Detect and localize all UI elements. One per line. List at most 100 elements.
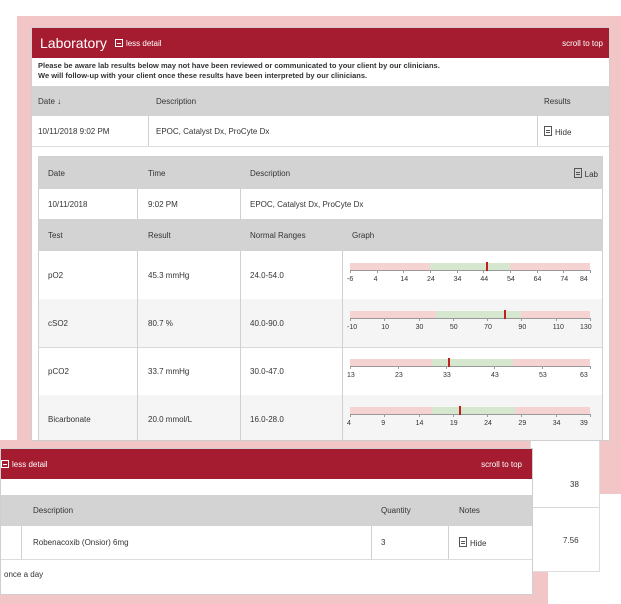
graph-tick xyxy=(536,270,538,273)
graph-tick xyxy=(590,270,591,273)
behind-value-2: 7.56 xyxy=(563,536,579,545)
test-result: 33.7 mmHg xyxy=(148,366,190,376)
graph-tick xyxy=(555,318,557,321)
value-marker xyxy=(448,358,451,367)
graph-tick xyxy=(483,270,485,273)
test-name: pO2 xyxy=(48,270,64,280)
test-result: 20.0 mmol/L xyxy=(148,414,193,424)
entry-date: 10/11/2018 9:02 PM xyxy=(38,126,110,136)
test-row: cSO2 80.7 % 40.0-90.0 -10 10 30 50 70 90 110 130 xyxy=(39,299,602,348)
tick-label: 70 xyxy=(484,324,492,331)
behind-value-1: 38 xyxy=(570,480,579,489)
medications-panel: less detail scroll to top Description Qu… xyxy=(0,448,533,595)
meds-item-row[interactable]: Robenacoxib (Onsior) 6mg 3 Hide xyxy=(1,526,532,560)
detail-column-header: Date Time Description Lab xyxy=(39,157,602,189)
range-graph: -10 10 30 50 70 90 110 130 xyxy=(347,309,592,339)
less-detail-label: less detail xyxy=(125,38,162,48)
tick-label: 13 xyxy=(347,372,355,379)
col-test: Test xyxy=(48,230,63,240)
behind-panel: 38 7.56 xyxy=(530,440,600,572)
abnormal-band-low xyxy=(350,407,433,414)
tick-label: 50 xyxy=(449,324,458,331)
tick-label: 43 xyxy=(491,372,499,379)
graph-tick xyxy=(521,318,523,321)
less-detail-toggle[interactable]: less detail xyxy=(114,38,162,48)
col-date-sort[interactable]: Date ↓ xyxy=(38,97,61,106)
abnormal-band-high xyxy=(514,407,590,414)
graph-tick xyxy=(452,414,454,417)
tick-label: 4 xyxy=(373,276,378,283)
value-marker xyxy=(504,310,507,319)
detail-col-date: Date xyxy=(48,168,65,178)
meds-scroll-to-top-link[interactable]: scroll to top xyxy=(481,460,522,469)
test-name: Bicarbonate xyxy=(48,414,91,424)
graph-tick xyxy=(555,414,557,417)
tick-label: 24 xyxy=(484,420,492,427)
detail-date: 10/11/2018 xyxy=(48,199,88,209)
range-graph: 4 9 14 19 24 29 34 39 xyxy=(347,405,591,435)
meds-less-detail-label: less detail xyxy=(12,459,48,469)
tick-label: 23 xyxy=(395,372,403,379)
graph-tick xyxy=(487,414,489,417)
tick-label: 4 xyxy=(347,420,351,427)
document-icon xyxy=(544,125,552,136)
graph-tick xyxy=(487,318,489,321)
document-icon xyxy=(459,537,467,547)
tick-label: 84 xyxy=(580,276,588,283)
col-normal-ranges: Normal Ranges xyxy=(250,230,306,240)
laboratory-panel: Laboratory less detail scroll to top Ple… xyxy=(31,27,610,441)
tick-label: 10 xyxy=(381,324,390,331)
lab-detail-table: Date Time Description Lab 10/11/2018 9:0… xyxy=(38,156,603,440)
graph-tick xyxy=(542,366,543,369)
tick-label: 14 xyxy=(415,420,424,427)
tick-label: 33 xyxy=(443,372,451,379)
detail-col-time: Time xyxy=(148,168,166,178)
test-range: 24.0-54.0 xyxy=(250,270,284,280)
minus-icon xyxy=(114,39,123,47)
tick-label: 74 xyxy=(560,276,569,283)
normal-band xyxy=(431,359,514,366)
test-row: pCO2 33.7 mmHg 30.0-47.0 13 23 33 43 53 63 xyxy=(39,347,602,396)
meds-less-detail-toggle[interactable]: less detail xyxy=(1,460,48,469)
lab-warning: Please be aware lab results below may no… xyxy=(32,58,609,86)
graph-tick xyxy=(590,318,591,321)
tick-label: 19 xyxy=(449,420,458,427)
detail-time: 9:02 PM xyxy=(148,199,178,209)
graph-tick xyxy=(521,414,523,417)
graph-tick xyxy=(350,270,351,273)
tick-label: 110 xyxy=(552,324,564,331)
tick-label: 39 xyxy=(580,420,588,427)
graph-tick xyxy=(590,366,591,369)
lab-report-link[interactable]: Lab xyxy=(573,167,598,179)
scroll-to-top-link[interactable]: scroll to top xyxy=(562,39,603,48)
tick-label: 29 xyxy=(518,420,527,427)
entry-hide-button[interactable]: Hide xyxy=(544,125,571,137)
detail-row: 10/11/2018 9:02 PM EPOC, Catalyst Dx, Pr… xyxy=(39,189,602,219)
test-result: 80.7 % xyxy=(148,318,173,328)
graph-axis xyxy=(350,366,590,367)
value-marker xyxy=(458,406,461,415)
normal-band xyxy=(432,407,515,414)
lab-entry-row[interactable]: 10/11/2018 9:02 PM EPOC, Catalyst Dx, Pr… xyxy=(32,116,609,147)
graph-tick xyxy=(384,414,386,417)
minus-icon xyxy=(1,460,9,468)
graph-tick xyxy=(452,318,454,321)
tick-label: 64 xyxy=(533,276,542,283)
med-instruction: once a day xyxy=(4,569,44,579)
meds-instruction-row: once a day xyxy=(1,559,532,589)
lab-header: Laboratory less detail scroll to top xyxy=(32,28,609,58)
detail-description: EPOC, Catalyst Dx, ProCyte Dx xyxy=(250,199,364,209)
col-results: Results xyxy=(544,96,571,106)
col-description: Description xyxy=(156,96,197,106)
graph-axis xyxy=(350,318,590,319)
tick-label: 44 xyxy=(480,276,489,283)
test-name: pCO2 xyxy=(48,366,69,376)
graph-tick xyxy=(430,270,431,273)
test-column-header: Test Result Normal Ranges Graph xyxy=(39,219,602,251)
abnormal-band-low xyxy=(350,311,436,318)
range-graph: -6 4 14 24 34 44 54 64 74 84 xyxy=(347,261,591,291)
med-hide-button[interactable]: Hide xyxy=(459,537,486,548)
pdf-icon xyxy=(573,167,582,178)
tick-label: 30 xyxy=(415,324,424,331)
abnormal-band-low xyxy=(350,359,432,366)
